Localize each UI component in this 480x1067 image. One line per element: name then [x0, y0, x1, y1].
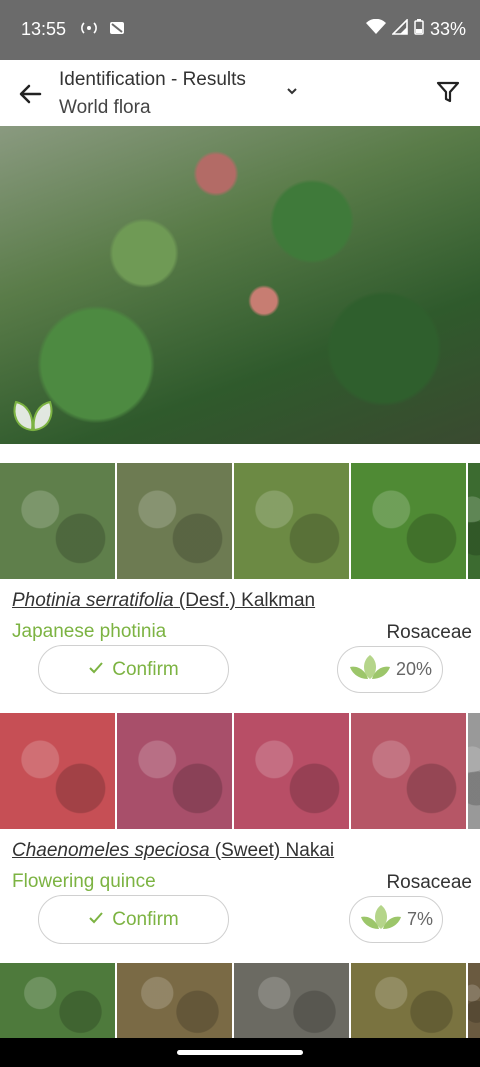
thumbnail-image[interactable] — [468, 963, 480, 1038]
result-1-thumbnails[interactable] — [0, 463, 480, 579]
thumbnail-image[interactable] — [117, 463, 232, 579]
result-3-thumbnails[interactable] — [0, 963, 480, 1038]
radio-icon — [80, 21, 98, 38]
family-name: Rosaceae — [386, 872, 472, 893]
check-icon — [88, 909, 104, 931]
family-name: Rosaceae — [386, 622, 472, 643]
thumbnail-image[interactable] — [234, 713, 349, 829]
filter-icon[interactable] — [434, 78, 462, 106]
system-nav-bar — [0, 1038, 480, 1067]
page-subtitle[interactable]: World flora — [59, 97, 151, 119]
thumbnail-image[interactable] — [117, 713, 232, 829]
no-sim-icon — [108, 21, 126, 38]
thumbnail-image[interactable] — [468, 463, 480, 579]
result-2-thumbnails[interactable] — [0, 713, 480, 829]
scientific-name[interactable]: Chaenomeles speciosa (Sweet) Nakai — [12, 840, 334, 862]
thumbnail-image[interactable] — [234, 963, 349, 1038]
thumbnail-image[interactable] — [0, 713, 115, 829]
query-photo[interactable] — [0, 126, 480, 444]
leaves-icon — [10, 394, 56, 434]
thumbnail-image[interactable] — [234, 463, 349, 579]
more-thumbnails-button[interactable] — [468, 713, 480, 829]
thumbnail-image[interactable] — [351, 963, 466, 1038]
thumbnail-image[interactable] — [351, 463, 466, 579]
leaves-icon — [348, 653, 392, 686]
thumbnail-image[interactable] — [0, 963, 115, 1038]
thumbnail-image[interactable] — [0, 463, 115, 579]
thumbnail-image[interactable] — [117, 963, 232, 1038]
chevron-down-icon[interactable] — [282, 81, 302, 101]
check-icon — [88, 659, 104, 681]
status-time: 13:55 — [21, 19, 67, 39]
common-name: Japanese photinia — [12, 621, 167, 642]
page-title[interactable]: Identification - Results — [59, 69, 246, 91]
score-badge: 20% — [337, 646, 443, 693]
thumbnail-image[interactable] — [351, 713, 466, 829]
common-name: Flowering quince — [12, 871, 156, 892]
confirm-button[interactable]: Confirm — [38, 645, 229, 694]
wifi-icon — [365, 18, 386, 40]
battery-percent: 33% — [429, 19, 466, 39]
leaves-icon — [359, 903, 403, 936]
confirm-button[interactable]: Confirm — [38, 895, 229, 944]
scientific-name[interactable]: Photinia serratifolia (Desf.) Kalkman — [12, 590, 315, 612]
score-badge: 7% — [349, 896, 443, 943]
status-bar: 13:55 33% — [0, 0, 480, 60]
signal-icon — [391, 18, 408, 40]
home-gesture-handle[interactable] — [177, 1050, 303, 1055]
back-arrow-icon[interactable] — [14, 78, 46, 110]
app-bar: Identification - Results World flora — [0, 60, 480, 126]
battery-icon — [414, 19, 424, 40]
